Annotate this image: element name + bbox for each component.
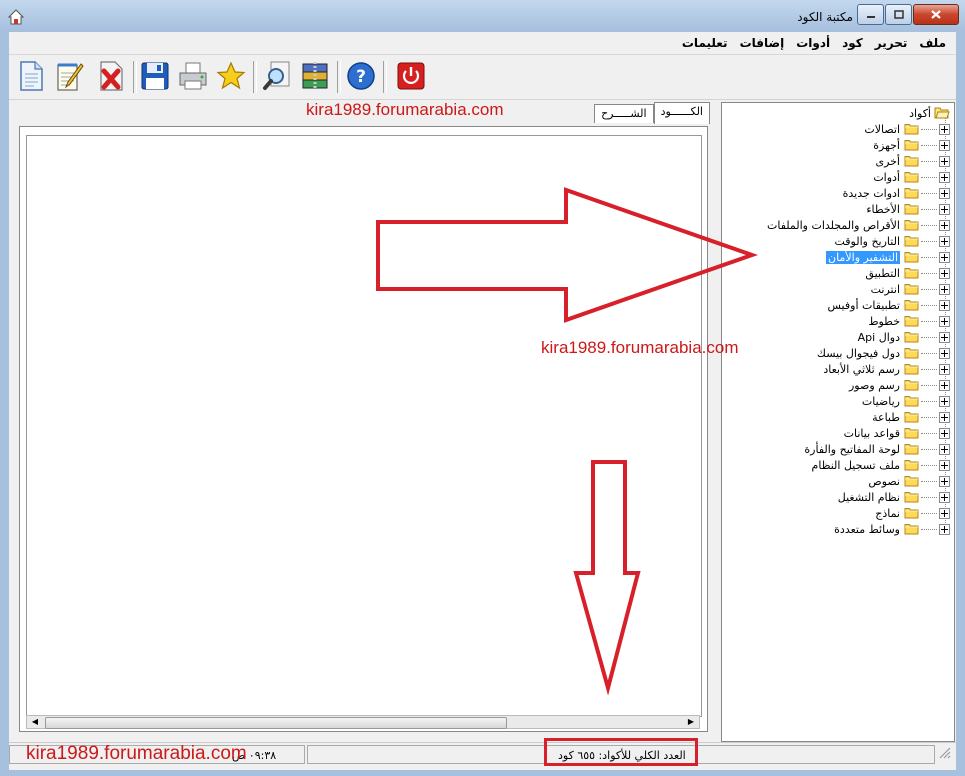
red-arrow-down-icon [573, 460, 641, 696]
status-highlight-box [544, 738, 698, 766]
watermark-bottom: kira1989.forumarabia.com [26, 743, 247, 764]
app-window: مكتبة الكود ملف تحرير كود أدوات إضافات ت… [0, 0, 965, 776]
red-arrow-right-icon [376, 187, 759, 323]
watermark-top: kira1989.forumarabia.com [306, 100, 504, 119]
watermark-middle: kira1989.forumarabia.com [541, 338, 739, 357]
